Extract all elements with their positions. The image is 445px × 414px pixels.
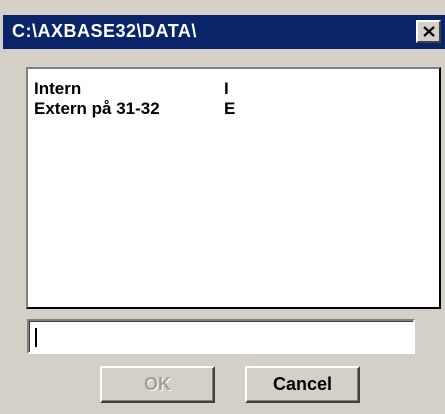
entry-input[interactable] bbox=[31, 323, 413, 350]
list-item-code: E bbox=[224, 99, 236, 118]
dialog-window: C:\AXBASE32\DATA\ Intern I Extern på 31-… bbox=[0, 0, 445, 414]
title-bar[interactable]: C:\AXBASE32\DATA\ bbox=[3, 15, 445, 49]
window-title: C:\AXBASE32\DATA\ bbox=[12, 21, 197, 41]
entry-field-frame bbox=[27, 319, 415, 354]
list-item[interactable]: Extern på 31-32 E bbox=[34, 99, 433, 119]
list-item-name: Intern bbox=[34, 79, 82, 98]
text-caret bbox=[35, 328, 37, 347]
selection-listbox[interactable]: Intern I Extern på 31-32 E bbox=[26, 67, 441, 309]
list-item-name: Extern på 31-32 bbox=[34, 99, 160, 118]
close-x-icon bbox=[422, 26, 435, 37]
ok-button[interactable]: OK bbox=[100, 366, 215, 403]
cancel-button[interactable]: Cancel bbox=[245, 366, 360, 403]
close-button[interactable] bbox=[416, 20, 441, 43]
list-item-code: I bbox=[224, 79, 229, 98]
list-item[interactable]: Intern I bbox=[34, 79, 433, 99]
